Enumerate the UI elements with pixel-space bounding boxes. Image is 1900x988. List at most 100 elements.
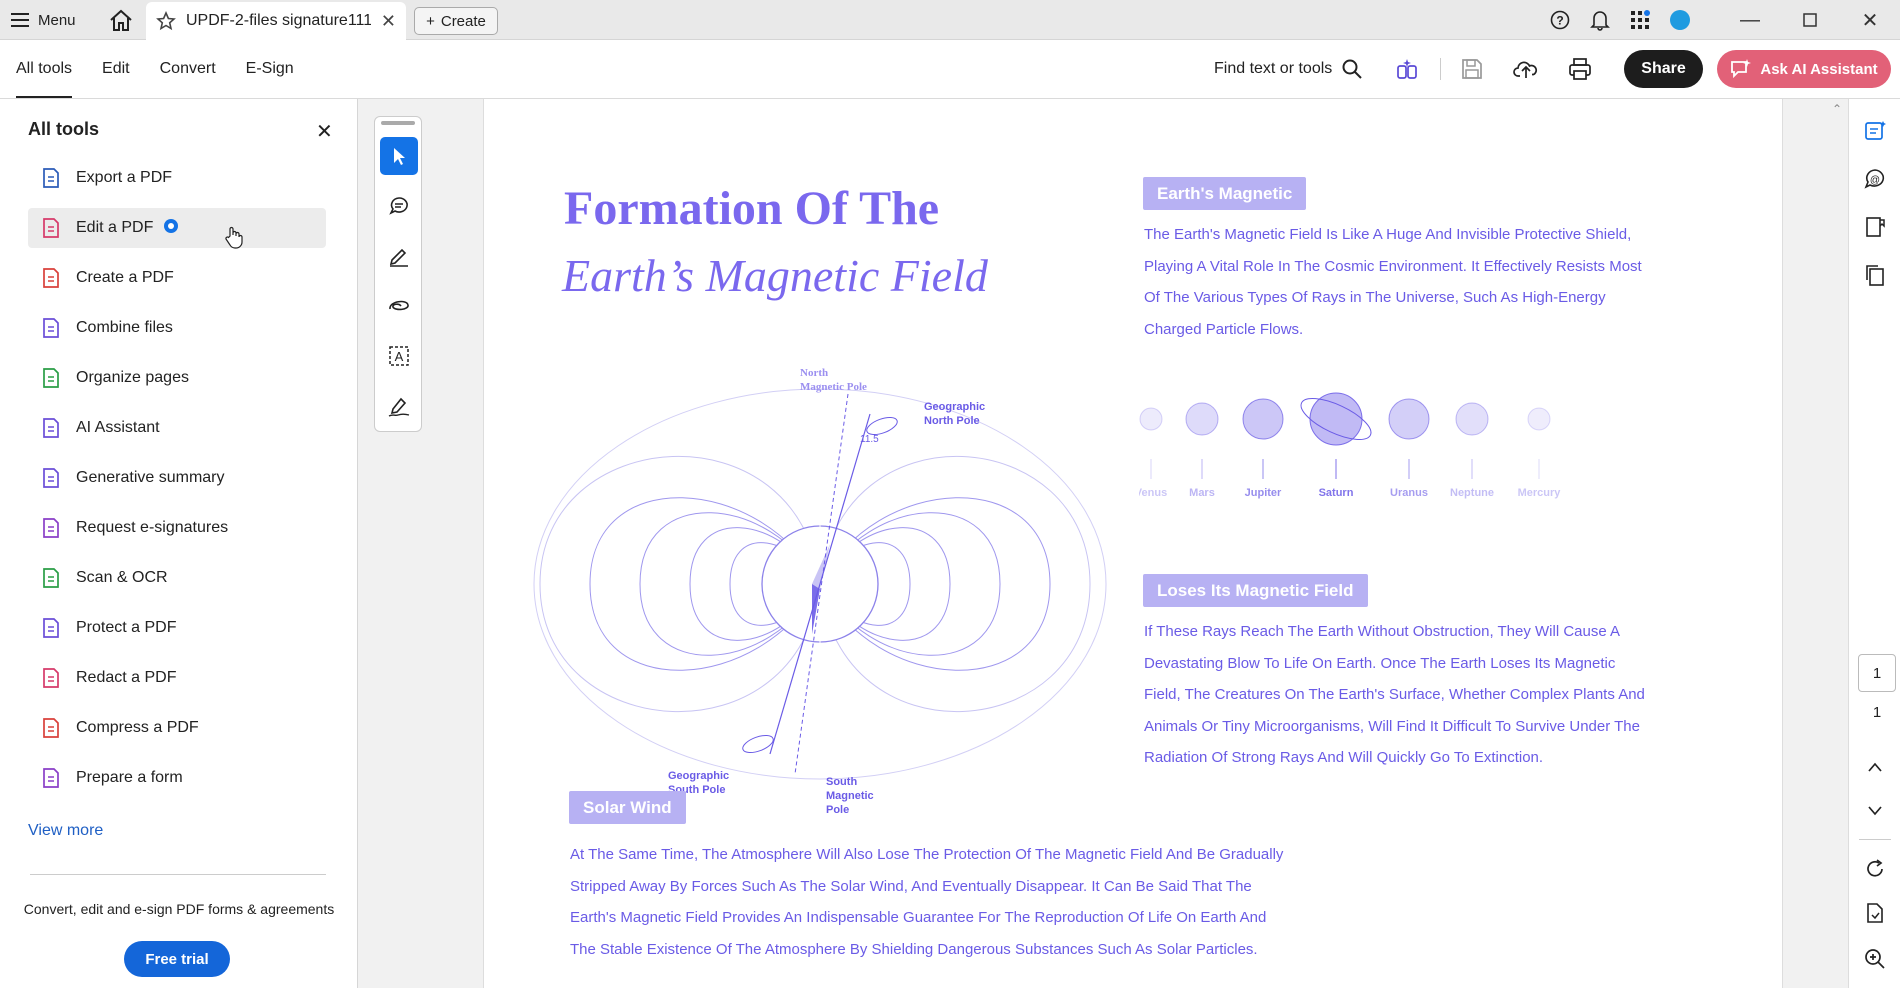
combine-files-icon (40, 317, 62, 339)
title-bar: Menu UPDF-2-files signature111... ✕ + Cr… (0, 0, 1900, 40)
star-icon[interactable] (156, 11, 176, 31)
paragraph-line: Field, The Creatures On The Earth's Surf… (1144, 686, 1645, 703)
tab-convert[interactable]: Convert (160, 40, 216, 98)
tab-esign[interactable]: E-Sign (246, 40, 294, 98)
svg-text:?: ? (1556, 14, 1563, 28)
tool-item-export-a-pdf[interactable]: Export a PDF (28, 158, 326, 198)
extract-page-icon[interactable] (1861, 899, 1889, 927)
ai-panel-icon[interactable] (1861, 117, 1889, 145)
close-window-icon[interactable]: ✕ (1840, 0, 1900, 40)
profile-avatar[interactable] (1660, 0, 1700, 40)
minimize-icon[interactable]: — (1720, 0, 1780, 40)
tool-item-organize-pages[interactable]: Organize pages (28, 358, 326, 398)
tool-item-ai-assistant[interactable]: AI Assistant (28, 408, 326, 448)
highlight-tool-button[interactable] (380, 237, 418, 275)
drag-handle[interactable] (381, 121, 415, 125)
page-down-chevron-icon[interactable] (1861, 797, 1889, 825)
search-icon (1342, 59, 1362, 79)
section-heading-earths-magnetic: Earth's Magnetic (1143, 177, 1307, 210)
rotate-icon[interactable] (1861, 855, 1889, 883)
find-tools-search[interactable]: Find text or tools (1214, 54, 1362, 84)
home-icon (110, 9, 132, 31)
protect-pdf-icon (40, 617, 62, 639)
close-tab-icon[interactable]: ✕ (381, 11, 396, 32)
help-icon[interactable]: ? (1540, 0, 1580, 40)
planet-neptune (1455, 402, 1489, 436)
bookmarks-panel-icon[interactable] (1861, 213, 1889, 241)
apps-grid-icon[interactable] (1620, 0, 1660, 40)
view-more-link[interactable]: View more (28, 822, 103, 840)
notifications-icon[interactable] (1580, 0, 1620, 40)
menu-label: Menu (38, 11, 76, 29)
create-button[interactable]: + Create (414, 7, 498, 35)
tab-title: UPDF-2-files signature111... (186, 12, 371, 29)
ask-ai-assistant-button[interactable]: Ask AI Assistant (1717, 50, 1891, 88)
menu-tabs: All tools Edit Convert E-Sign (16, 40, 294, 98)
save-icon[interactable] (1458, 55, 1486, 83)
section-paragraph-loses-magnetic-field: If These Rays Reach The Earth Without Ob… (1144, 616, 1645, 774)
scroll-up-arrow-icon[interactable]: ⌃ (1832, 102, 1842, 116)
ai-button-label: Ask AI Assistant (1760, 60, 1878, 78)
document-title-line1: Formation Of The (564, 182, 940, 235)
generative-summary-icon (40, 467, 62, 489)
signature-pen-icon (388, 397, 410, 417)
comments-panel-icon[interactable]: @ (1861, 165, 1889, 193)
current-page-input[interactable]: 1 (1858, 654, 1896, 692)
tool-item-label: Create a PDF (76, 269, 174, 286)
planet-mercury (1527, 407, 1551, 431)
paragraph-line: Playing A Vital Role In The Cosmic Envir… (1144, 257, 1642, 275)
export-pdf-icon (40, 167, 62, 189)
panel-divider (30, 874, 326, 875)
select-tool-button[interactable] (380, 137, 418, 175)
tool-item-create-a-pdf[interactable]: Create a PDF (28, 258, 326, 298)
paragraph-line: The Stable Existence Of The Atmosphere B… (570, 940, 1258, 958)
text-box-tool-button[interactable]: A (380, 337, 418, 375)
compress-pdf-icon (40, 717, 62, 739)
document-tab[interactable]: UPDF-2-files signature111... ✕ (146, 2, 406, 40)
premium-badge-icon (163, 218, 179, 239)
tool-item-combine-files[interactable]: Combine files (28, 308, 326, 348)
menu-button[interactable]: Menu (10, 8, 76, 32)
tool-item-redact-a-pdf[interactable]: Redact a PDF (28, 658, 326, 698)
paragraph-line: If These Rays Reach The Earth Without Ob… (1144, 623, 1621, 640)
main-toolbar: All tools Edit Convert E-Sign Find text … (0, 40, 1900, 99)
tool-item-protect-a-pdf[interactable]: Protect a PDF (28, 608, 326, 648)
draw-tool-button[interactable] (380, 287, 418, 325)
paragraph-line: Charged Particle Flows. (1144, 320, 1304, 338)
south-magnetic-pole-label-2: Magnetic (826, 790, 874, 802)
tab-edit[interactable]: Edit (102, 40, 130, 98)
tilt-angle-label: 11.5 (860, 434, 879, 445)
sign-tool-button[interactable] (380, 387, 418, 425)
all-tools-panel: All tools ✕ Export a PDF Edit a PDF Create… (0, 99, 358, 988)
planet-uranus (1388, 398, 1430, 440)
cloud-upload-icon[interactable] (1512, 55, 1540, 83)
tool-item-label: Request e-signatures (76, 519, 229, 536)
tool-item-prepare-a-form[interactable]: Prepare a form (28, 758, 326, 798)
tool-item-generative-summary[interactable]: Generative summary (28, 458, 326, 498)
titlebar-right-controls: ? — ✕ (1540, 0, 1900, 40)
comment-tool-button[interactable] (380, 187, 418, 225)
tool-item-request-e-signatures[interactable]: Request e-signatures (28, 508, 326, 548)
tool-item-edit-a-pdf[interactable]: Edit a PDF (28, 208, 326, 248)
create-pdf-icon (40, 267, 62, 289)
tool-item-scan-ocr[interactable]: Scan & OCR (28, 558, 326, 598)
paragraph-line: Of The Various Types Of Rays in The Univ… (1144, 289, 1606, 306)
tool-item-label: Generative summary (76, 469, 225, 486)
pages-panel-icon[interactable] (1861, 261, 1889, 289)
free-trial-button[interactable]: Free trial (124, 941, 230, 977)
ai-tools-icon[interactable] (1393, 55, 1421, 83)
maximize-icon[interactable] (1780, 0, 1840, 40)
home-button[interactable] (108, 8, 134, 32)
planet-label-saturn: Saturn (1319, 487, 1354, 499)
page-up-chevron-icon[interactable] (1861, 753, 1889, 781)
tab-all-tools[interactable]: All tools (16, 40, 73, 98)
section-paragraph-solar-wind: At The Same Time, The Atmosphere Will Al… (570, 839, 1283, 965)
tool-item-compress-a-pdf[interactable]: Compress a PDF (28, 708, 326, 748)
paragraph-line: Stripped Away By Forces Such As The Sola… (570, 877, 1252, 895)
zoom-in-icon[interactable] (1861, 945, 1889, 973)
document-title-line2: Earth’s Magnetic Field (562, 250, 988, 301)
planet-saturn (1309, 392, 1363, 446)
share-button[interactable]: Share (1624, 50, 1703, 88)
close-panel-icon[interactable]: ✕ (316, 119, 333, 144)
print-icon[interactable] (1566, 55, 1594, 83)
